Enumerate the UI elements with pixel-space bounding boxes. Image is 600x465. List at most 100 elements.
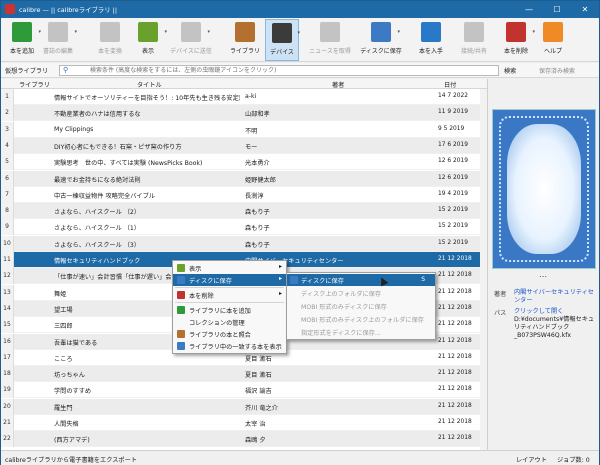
book-author: モー [245, 143, 258, 151]
column-author[interactable]: 著者 [332, 80, 344, 89]
context-menu-item[interactable]: 本を削除 ▸ [173, 289, 286, 301]
splitter-handle[interactable]: ⋯ [539, 272, 547, 281]
table-row[interactable]: 3 My Clippings 不明 9 5 2019 [1, 121, 487, 138]
menu-separator [175, 287, 284, 288]
book-date: 15 2 2019 [438, 239, 468, 246]
context-menu: 表示 ▸ ディスクに保存 ▸ 本を削除 ▸ ライブラリに本を追加 コレクションの管理 ライブラリ… [172, 260, 287, 354]
toolbar-label: ニュースを取得 [309, 48, 351, 55]
window-title: calibre — || calibreライブラリ || [19, 6, 117, 14]
book-title: My Clippings [54, 125, 94, 133]
menu-item-label: MOBI 形式のみディスク上のフォルダに保存 [301, 317, 424, 324]
table-row[interactable]: 21 人間失格 太宰 治 21 12 2018 [1, 415, 487, 431]
table-row[interactable]: 1 情報サイトでオーソリティーを目指そう！: 10年先も生き残る安定思向の… a-k… [1, 89, 487, 105]
chevron-down-icon[interactable]: ▾ [207, 29, 210, 35]
menu-item-label: ライブラリに本を追加 [189, 308, 251, 315]
table-row[interactable]: 18 坊っちゃん 夏目 漱石 21 12 2018 [1, 366, 487, 383]
toolbar-button-3[interactable]: 本を変換 [93, 19, 127, 61]
table-row[interactable]: 22 (西方アマデ) 森鴎 夕 21 12 2018 [1, 431, 487, 448]
match-icon [177, 330, 185, 338]
book-title: さよなら、ハイスクール （1） [54, 225, 141, 233]
column-title[interactable]: タイトル [137, 80, 162, 89]
table-row[interactable]: 19 学問のすすめ 福沢 諭吉 21 12 2018 [1, 382, 487, 399]
toolbar-button-6[interactable]: ライブラリ [228, 19, 262, 61]
book-title: 最速でお金持ちになる絶対法則 [54, 176, 141, 184]
table-row[interactable]: 9 さよなら、ハイスクール （1） 森もり子 15 2 2019 [1, 219, 487, 236]
search-button[interactable]: 検索 [504, 66, 516, 75]
add-book-icon [12, 22, 32, 42]
search-box[interactable]: ⚲ [59, 65, 499, 76]
column-library[interactable]: ライブラリ [19, 80, 50, 89]
book-author: 芥川 竜之介 [245, 404, 278, 412]
context-menu-item[interactable]: 表示 ▸ [173, 262, 286, 274]
menu-item-label: コレクションの管理 [189, 320, 245, 327]
table-row[interactable]: 4 DIY初心者にもできる！石窯・ピザ窯の作り方 モー 17 6 2019 [1, 137, 487, 154]
book-date: 21 12 2018 [438, 337, 472, 344]
chevron-down-icon[interactable]: ▾ [397, 29, 400, 35]
search-input[interactable] [90, 66, 490, 75]
table-row[interactable]: 20 羅生門 芥川 竜之介 21 12 2018 [1, 398, 487, 415]
author-link[interactable]: 内閣サイバーセキュリティセンター [514, 289, 600, 305]
context-menu-item[interactable]: ディスクに保存 ▸ [173, 274, 286, 286]
toolbar-label: ディスクに保存 [360, 48, 402, 55]
maximize-button[interactable]: ☐ [543, 1, 571, 18]
calibre-window: calibre — || calibreライブラリ || — ☐ ✕ 本を追加 ▾… [0, 0, 600, 465]
toolbar-button-7[interactable]: デバイス ▾ [265, 19, 300, 61]
toolbar-button-4[interactable]: 表示 ▾ [131, 19, 167, 61]
book-date: 21 12 2018 [438, 272, 472, 279]
book-list-scrollbar[interactable] [480, 89, 487, 450]
virtual-library-button[interactable]: 仮想ライブラリ [5, 66, 48, 75]
advanced-search-icon[interactable]: ⚲ [63, 66, 68, 74]
toolbar-button-8[interactable]: ニュースを取得 [309, 19, 351, 61]
row-number: 4 [1, 137, 14, 154]
book-title: さよなら、ハイスクール （3） [54, 241, 141, 249]
context-menu-item[interactable]: コレクションの管理 [173, 316, 286, 328]
context-menu-item[interactable]: ライブラリの本と照合 [173, 328, 286, 340]
toolbar-button-12[interactable]: 本を削除 ▾ [499, 19, 535, 61]
path-value: D:¥documents¥情報セキュリティハンドブック_B073PSW46Q.k… [514, 316, 595, 339]
jobs-indicator[interactable]: ジョブ数: 0 [557, 455, 590, 464]
help-icon [543, 22, 563, 42]
context-menu-item[interactable]: ライブラリに本を追加 [173, 304, 286, 316]
book-date: 21 12 2018 [438, 304, 472, 311]
table-row[interactable]: 7 中古一棟収益物件 攻略完全バイブル 長渕淳 19 4 2019 [1, 186, 487, 203]
column-date[interactable]: 日付 [444, 80, 456, 89]
cover-center [507, 124, 581, 254]
table-row[interactable]: 5 実験思考 世の中、すべては実験 (NewsPicks Book) 光本勇介 12 … [1, 154, 487, 171]
save-to-disk-icon [290, 276, 298, 284]
search-bar: 仮想ライブラリ ⚲ 検索 保存済み検索 [1, 63, 599, 78]
chevron-down-icon[interactable]: ▾ [74, 29, 77, 35]
context-menu-item[interactable]: ライブラリ中の一致する本を表示 [173, 340, 286, 352]
toolbar-button-9[interactable]: ディスクに保存 ▾ [360, 19, 402, 61]
toolbar-button-5[interactable]: デバイスに送信 ▾ [170, 19, 212, 61]
table-row[interactable]: 2 不動産業者のハナは信用するな 山部和孝 11 9 2019 [1, 105, 487, 122]
connect-share-icon [464, 22, 484, 42]
book-title: 実験思考 世の中、すべては実験 (NewsPicks Book) [54, 160, 203, 168]
close-button[interactable]: ✕ [571, 1, 599, 18]
get-books-icon [421, 22, 441, 42]
chevron-down-icon[interactable]: ▾ [532, 29, 535, 35]
toolbar-button-10[interactable]: 本を入手 [414, 19, 448, 61]
author-key: 著者 [494, 291, 507, 298]
toolbar-button-2[interactable]: 書誌の編集 ▾ [41, 19, 77, 61]
submenu-item[interactable]: ディスクに保存 S [287, 274, 435, 286]
open-folder-link[interactable]: クリックして開く [514, 308, 563, 315]
chevron-down-icon[interactable]: ▾ [297, 30, 300, 36]
table-row[interactable]: 10 さよなら、ハイスクール （3） 森もり子 15 2 2019 [1, 235, 487, 252]
book-author: a-ki [245, 93, 257, 100]
table-row[interactable]: 8 さよなら、ハイスクール （2） 森もり子 15 2 2019 [1, 203, 487, 220]
book-cover[interactable] [492, 109, 596, 269]
minimize-button[interactable]: — [515, 1, 543, 18]
table-row[interactable]: 6 最速でお金持ちになる絶対法則 姫野健太郎 12 6 2019 [1, 170, 487, 187]
row-number: 12 [1, 268, 14, 285]
toolbar-button-13[interactable]: ヘルプ [536, 19, 570, 61]
saved-search-button[interactable]: 保存済み検索 [539, 66, 575, 75]
toolbar-button-1[interactable]: 本を追加 ▾ [5, 19, 41, 61]
toolbar-button-11[interactable]: 接続/共有 [457, 19, 491, 61]
toolbar-label: ヘルプ [543, 48, 562, 55]
layout-button[interactable]: レイアウト [516, 455, 547, 464]
row-number: 17 [1, 349, 14, 366]
book-author: 山部和孝 [245, 111, 270, 119]
row-number: 9 [1, 219, 14, 236]
remove-book-icon [506, 22, 526, 42]
chevron-down-icon[interactable]: ▾ [164, 29, 167, 35]
